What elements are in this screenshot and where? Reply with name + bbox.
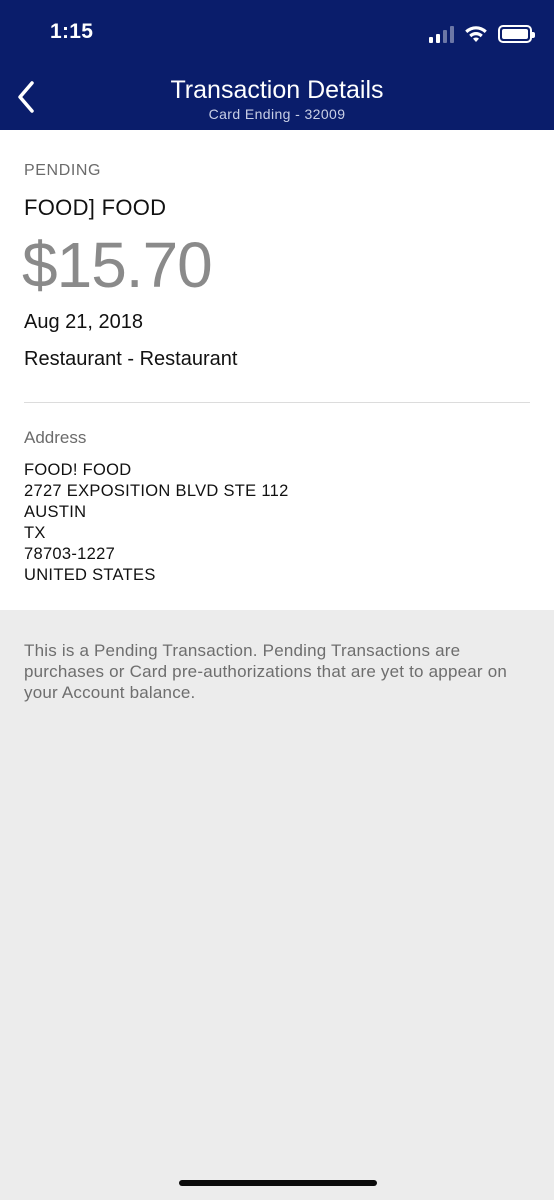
address-block: FOOD! FOOD 2727 EXPOSITION BLVD STE 112 … xyxy=(24,460,289,586)
app-header: 1:15 Transaction Details Card Ending - 3… xyxy=(0,0,554,130)
battery-icon xyxy=(498,25,535,43)
address-line: 2727 EXPOSITION BLVD STE 112 xyxy=(24,482,289,500)
status-icons xyxy=(429,22,535,46)
status-time: 1:15 xyxy=(50,20,94,43)
page-title: Transaction Details xyxy=(170,76,384,104)
address-line: 78703-1227 xyxy=(24,545,116,563)
address-line: UNITED STATES xyxy=(24,566,156,584)
navigation-bar: Transaction Details Card Ending - 32009 xyxy=(0,66,554,130)
title-group: Transaction Details Card Ending - 32009 xyxy=(0,74,554,122)
address-line: FOOD! FOOD xyxy=(24,461,132,479)
pending-note: This is a Pending Transaction. Pending T… xyxy=(24,641,508,702)
wifi-icon xyxy=(465,26,487,42)
status-bar: 1:15 xyxy=(0,0,554,66)
merchant-name: FOOD] FOOD xyxy=(24,195,167,220)
transaction-date: Aug 21, 2018 xyxy=(24,311,143,333)
address-label: Address xyxy=(24,428,87,447)
divider xyxy=(24,402,530,403)
transaction-status: PENDING xyxy=(24,162,102,179)
address-line: TX xyxy=(24,524,46,542)
transaction-card: PENDING FOOD] FOOD $15.70 Aug 21, 2018 R… xyxy=(0,130,554,610)
address-line: AUSTIN xyxy=(24,503,87,521)
cellular-signal-icon xyxy=(429,25,454,43)
card-ending-subtitle: Card Ending - 32009 xyxy=(208,106,346,122)
home-indicator[interactable] xyxy=(179,1180,377,1186)
transaction-amount: $15.70 xyxy=(22,229,213,301)
transaction-category: Restaurant - Restaurant xyxy=(24,348,238,370)
